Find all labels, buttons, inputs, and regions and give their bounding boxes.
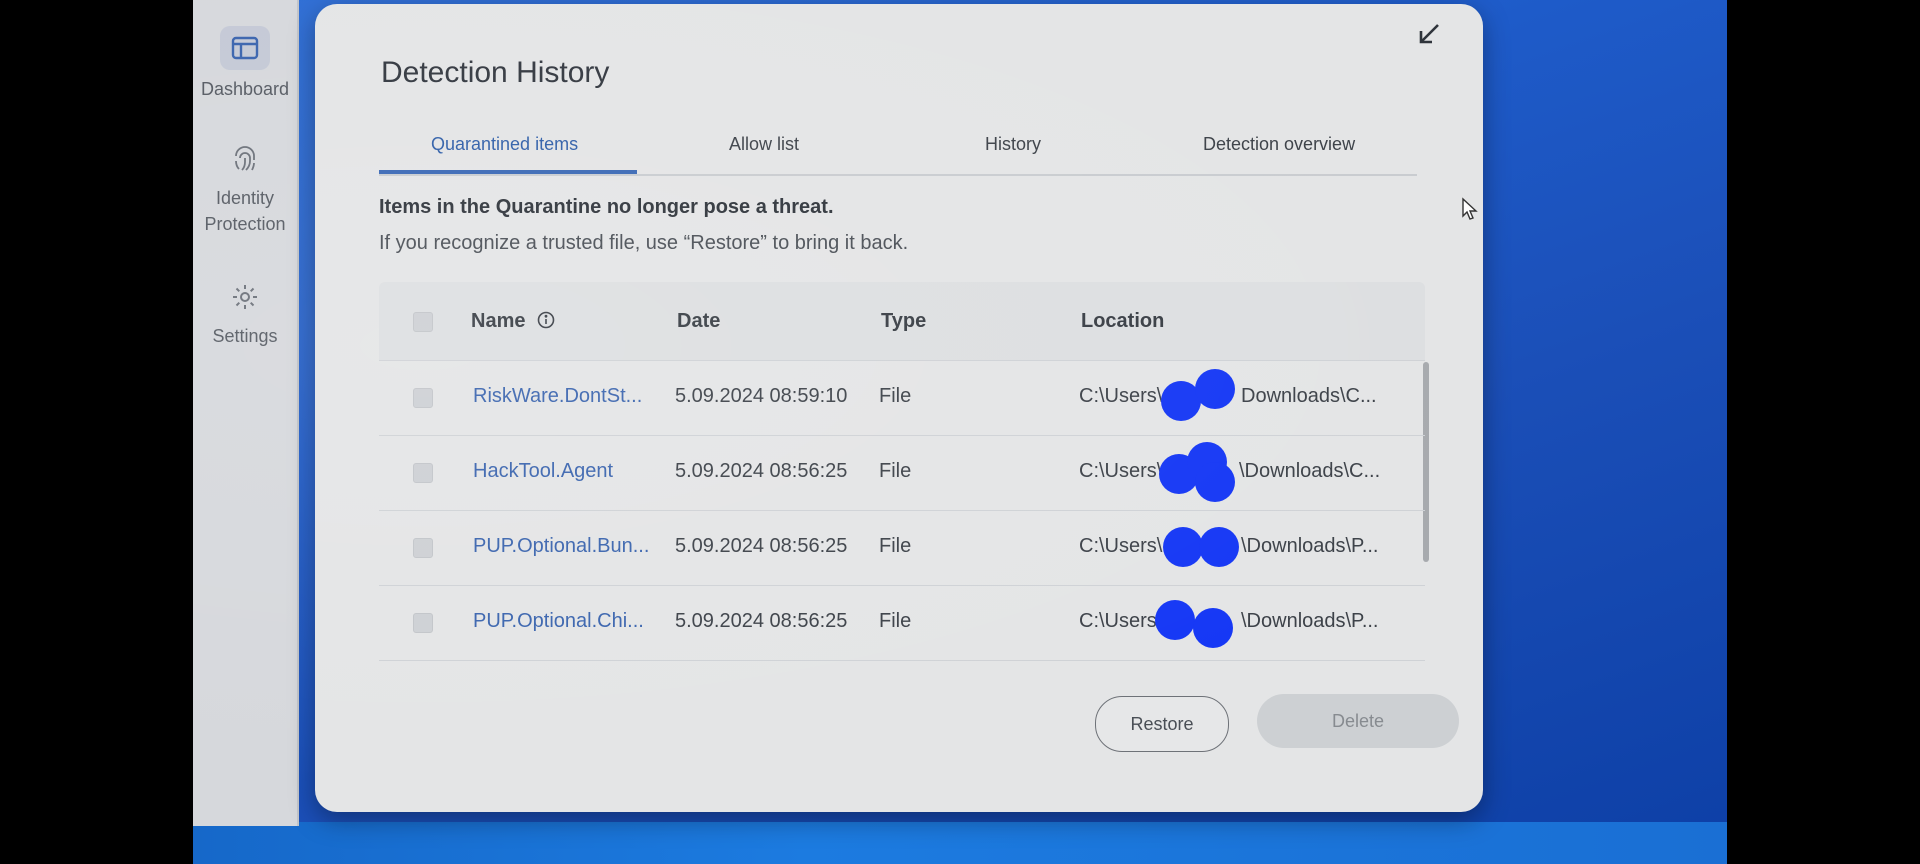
tab-allow-list[interactable]: Allow list — [729, 134, 799, 155]
arrow-down-left-icon — [1419, 24, 1439, 44]
column-header-date[interactable]: Date — [677, 310, 720, 333]
row-location-start: C:\Users\ — [1079, 535, 1163, 557]
tab-bar: Quarantined items Allow list History Det… — [379, 122, 1417, 176]
row-type: File — [879, 385, 912, 407]
row-location-end: Downloads\C... — [1241, 385, 1377, 407]
row-location-start: C:\Users\ — [1079, 460, 1163, 482]
sidebar-item-label: Identity — [215, 188, 275, 208]
table-row[interactable]: RiskWare.DontSt... 5.09.2024 08:59:10 Fi… — [379, 360, 1425, 435]
select-all-checkbox[interactable] — [413, 312, 433, 332]
row-checkbox[interactable] — [413, 463, 433, 483]
table-bottom-border — [379, 660, 1425, 661]
quarantine-info-heading: Items in the Quarantine no longer pose a… — [379, 196, 834, 218]
desktop-screen: Dashboard Identity Protection Settings D… — [193, 0, 1727, 864]
row-date: 5.09.2024 08:56:25 — [675, 460, 848, 482]
row-name[interactable]: RiskWare.DontSt... — [473, 385, 642, 408]
fingerprint-icon — [193, 144, 297, 181]
row-location-end: \Downloads\P... — [1241, 535, 1379, 557]
column-header-location[interactable]: Location — [1081, 310, 1164, 333]
info-icon[interactable] — [537, 311, 555, 335]
row-location-end: \Downloads\C... — [1239, 460, 1381, 482]
gear-icon — [193, 282, 297, 319]
sidebar-item-label: Protection — [204, 214, 286, 234]
table-header: Name Date Type Location — [379, 282, 1429, 562]
row-date: 5.09.2024 08:56:25 — [675, 610, 848, 632]
column-header-type[interactable]: Type — [881, 310, 926, 333]
sidebar-item-label: Settings — [212, 326, 278, 346]
quarantine-table: Name Date Type Location RiskWare.DontSt.… — [379, 282, 1429, 661]
tab-history[interactable]: History — [985, 134, 1041, 155]
row-name[interactable]: HackTool.Agent — [473, 460, 613, 483]
quarantine-info-text: If you recognize a trusted file, use “Re… — [379, 232, 909, 254]
row-checkbox[interactable] — [413, 388, 433, 408]
row-checkbox[interactable] — [413, 538, 433, 558]
row-name[interactable]: PUP.Optional.Bun... — [473, 535, 649, 558]
detection-history-dialog: Detection History Quarantined items Allo… — [315, 4, 1483, 812]
table-row[interactable]: PUP.Optional.Bun... 5.09.2024 08:56:25 F… — [379, 510, 1425, 585]
table-row[interactable]: PUP.Optional.Chi... 5.09.2024 08:56:25 F… — [379, 585, 1425, 660]
table-row[interactable]: HackTool.Agent 5.09.2024 08:56:25 File C… — [379, 435, 1425, 510]
mouse-pointer-icon — [1461, 197, 1479, 226]
taskbar-strip — [193, 822, 1727, 864]
dialog-title: Detection History — [381, 56, 610, 89]
row-type: File — [879, 535, 912, 557]
row-type: File — [879, 610, 912, 632]
active-tab-indicator — [379, 170, 637, 174]
row-location-end: \Downloads\P... — [1241, 610, 1379, 632]
sidebar: Dashboard Identity Protection Settings — [193, 0, 299, 826]
tab-quarantined-items[interactable]: Quarantined items — [431, 134, 578, 155]
sidebar-item-identity-protection[interactable]: Identity Protection — [193, 144, 297, 237]
sidebar-item-dashboard[interactable]: Dashboard — [193, 26, 297, 102]
delete-button[interactable]: Delete — [1257, 694, 1459, 748]
sidebar-item-label: Dashboard — [200, 79, 290, 99]
row-date: 5.09.2024 08:59:10 — [675, 385, 848, 407]
row-location-start: C:\Users — [1079, 610, 1157, 632]
collapse-button[interactable] — [1411, 16, 1447, 52]
sidebar-item-settings[interactable]: Settings — [193, 282, 297, 349]
row-location-start: C:\Users\a — [1079, 385, 1174, 407]
dashboard-icon — [220, 26, 270, 70]
row-date: 5.09.2024 08:56:25 — [675, 535, 848, 557]
row-type: File — [879, 460, 912, 482]
row-checkbox[interactable] — [413, 613, 433, 633]
row-name[interactable]: PUP.Optional.Chi... — [473, 610, 644, 633]
column-header-name[interactable]: Name — [471, 310, 555, 335]
tab-detection-overview[interactable]: Detection overview — [1203, 134, 1355, 155]
restore-button[interactable]: Restore — [1095, 696, 1229, 752]
